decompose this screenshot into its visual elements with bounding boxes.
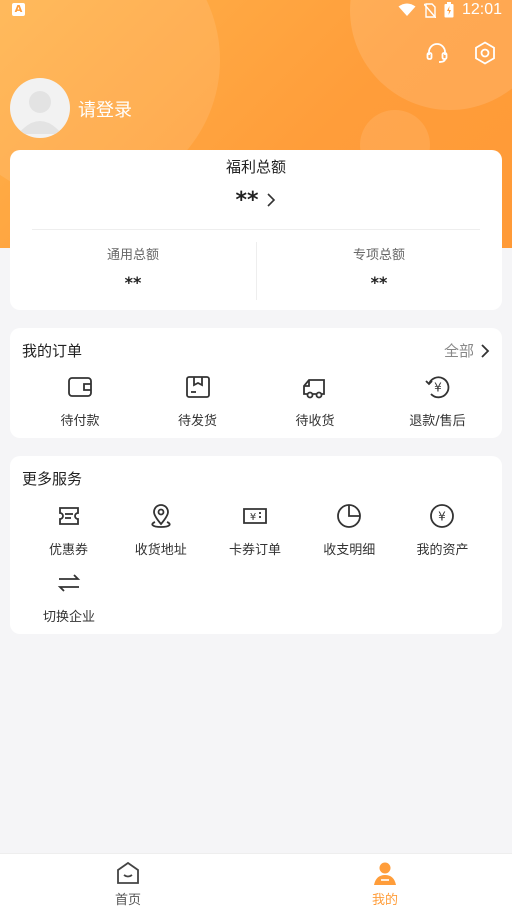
services-card: 更多服务 优惠券 收货地址 ¥ 卡券订单 收支明细 ¥ 我的资产 切换企业 bbox=[10, 456, 502, 634]
service-coupons[interactable]: 优惠券 bbox=[10, 501, 127, 558]
svg-text:¥: ¥ bbox=[439, 510, 447, 524]
orders-title: 我的订单 bbox=[22, 342, 83, 360]
order-pending-payment-label: 待付款 bbox=[60, 414, 100, 429]
welfare-amount-value: ** bbox=[235, 188, 259, 213]
services-title: 更多服务 bbox=[22, 470, 83, 488]
wallet-icon bbox=[68, 377, 92, 397]
order-pending-receipt-label: 待收货 bbox=[295, 414, 335, 429]
service-coupons-label: 优惠券 bbox=[49, 543, 89, 558]
order-refund-aftersale[interactable]: ¥ 退款/售后 bbox=[385, 372, 490, 429]
service-address-label: 收货地址 bbox=[134, 543, 187, 558]
tab-home-label: 首页 bbox=[114, 893, 141, 908]
svg-text:¥: ¥ bbox=[250, 512, 256, 523]
chevron-right-icon bbox=[481, 343, 490, 358]
clock: 12:01 bbox=[461, 1, 502, 18]
tab-mine-label: 我的 bbox=[371, 893, 398, 908]
service-my-assets[interactable]: ¥ 我的资产 bbox=[383, 501, 502, 558]
avatar[interactable] bbox=[10, 78, 70, 138]
chevron-right-icon bbox=[266, 193, 275, 207]
headset-icon[interactable] bbox=[424, 40, 450, 66]
home-icon bbox=[117, 861, 139, 884]
pie-chart-icon bbox=[337, 504, 362, 528]
service-statements-label: 收支明细 bbox=[323, 543, 376, 558]
welfare-amount[interactable]: ** bbox=[10, 188, 502, 213]
package-icon bbox=[185, 376, 210, 398]
settings-icon[interactable] bbox=[472, 40, 498, 66]
order-pending-shipment-label: 待发货 bbox=[177, 414, 217, 429]
status-bar: A 12:01 bbox=[0, 0, 512, 20]
tab-home[interactable]: 首页 bbox=[78, 860, 178, 908]
service-card-orders[interactable]: ¥ 卡券订单 bbox=[195, 501, 316, 558]
divider bbox=[32, 229, 480, 230]
service-switch-company[interactable]: 切换企业 bbox=[10, 568, 128, 625]
battery-icon bbox=[444, 2, 454, 18]
special-total-value: ** bbox=[370, 273, 388, 292]
welfare-title: 福利总额 bbox=[225, 158, 286, 176]
order-pending-receipt[interactable]: 待收货 bbox=[245, 372, 385, 429]
login-link[interactable]: 请登录 bbox=[78, 96, 132, 122]
order-refund-aftersale-label: 退款/售后 bbox=[409, 414, 466, 429]
switch-icon bbox=[57, 574, 81, 592]
truck-icon bbox=[303, 379, 325, 399]
general-total-value: ** bbox=[124, 273, 142, 292]
general-total-label: 通用总额 bbox=[106, 248, 159, 263]
order-pending-shipment[interactable]: 待发货 bbox=[150, 372, 245, 429]
tab-mine[interactable]: 我的 bbox=[335, 860, 435, 908]
bottom-tab-bar: 首页 我的 bbox=[0, 853, 512, 910]
service-switch-company-label: 切换企业 bbox=[42, 610, 95, 625]
coupon-icon bbox=[58, 507, 79, 525]
all-orders-label: 全部 bbox=[443, 342, 474, 360]
all-orders-link[interactable]: 全部 bbox=[444, 340, 490, 361]
location-icon bbox=[151, 504, 171, 528]
refund-icon: ¥ bbox=[424, 376, 449, 399]
welfare-card: 福利总额 ** 通用总额 ** 专项总额 ** bbox=[10, 150, 502, 310]
yen-circle-icon: ¥ bbox=[430, 504, 455, 528]
orders-card: 我的订单 全部 待付款 待发货 待收货 ¥ 退款/售后 bbox=[10, 328, 502, 438]
service-card-orders-label: 卡券订单 bbox=[229, 543, 282, 558]
card-voucher-icon: ¥ bbox=[243, 508, 267, 524]
wifi-icon bbox=[398, 3, 416, 16]
svg-text:¥: ¥ bbox=[434, 381, 442, 395]
order-pending-payment[interactable]: 待付款 bbox=[10, 372, 150, 429]
special-total[interactable]: 专项总额 ** bbox=[256, 244, 502, 292]
general-total[interactable]: 通用总额 ** bbox=[10, 244, 256, 292]
service-statements[interactable]: 收支明细 bbox=[316, 501, 383, 558]
service-address[interactable]: 收货地址 bbox=[127, 501, 194, 558]
app-badge-icon: A bbox=[12, 3, 25, 16]
service-my-assets-label: 我的资产 bbox=[416, 543, 469, 558]
special-total-label: 专项总额 bbox=[352, 248, 405, 263]
no-sim-icon bbox=[423, 2, 436, 18]
user-icon bbox=[374, 862, 396, 885]
